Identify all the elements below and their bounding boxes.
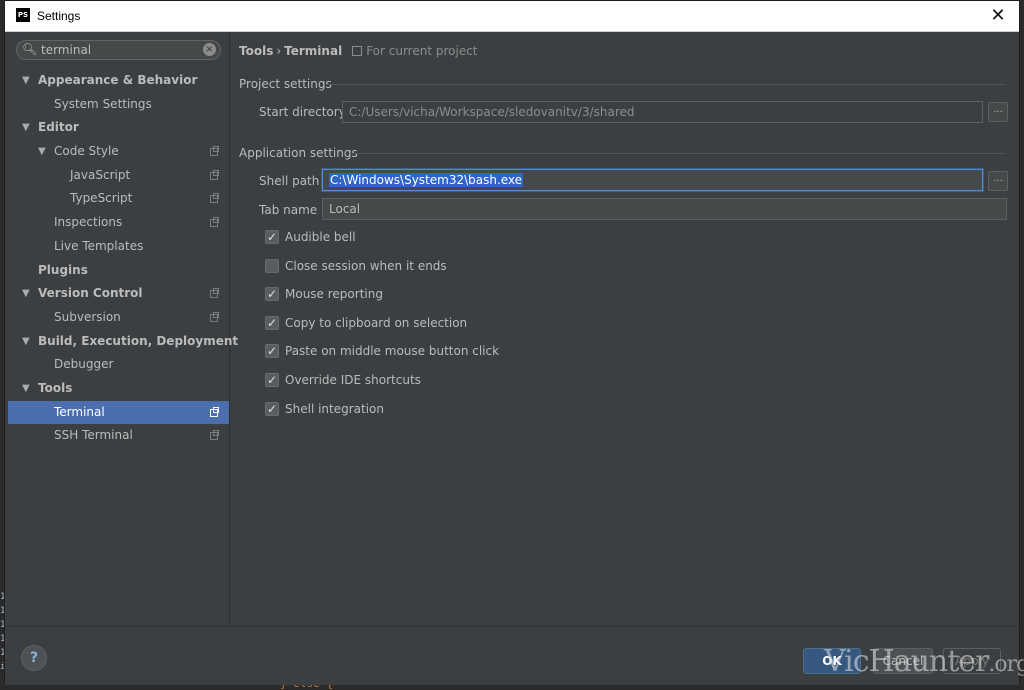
breadcrumb-scope: For current project — [366, 44, 478, 58]
sidebar-item-label: SSH Terminal — [54, 428, 133, 443]
sidebar-item[interactable]: Inspections — [8, 211, 229, 235]
sidebar-item-label: Appearance & Behavior — [38, 73, 198, 87]
breadcrumb-separator: › — [276, 44, 282, 58]
watermark-suffix: .org — [988, 652, 1024, 677]
sidebar-item[interactable]: JavaScript — [8, 164, 229, 188]
sidebar-item[interactable]: ▼ Code Style — [8, 140, 229, 164]
sidebar-item[interactable]: ▼ Editor — [8, 116, 229, 140]
shell-path-label: Shell path — [259, 174, 320, 188]
sidebar-item[interactable]: ▼ Build, Execution, Deployment — [8, 330, 238, 354]
sidebar-item[interactable]: Live Templates — [8, 235, 229, 259]
checkbox-label: Mouse reporting — [285, 287, 383, 302]
breadcrumb-parent: Tools — [239, 44, 274, 58]
breadcrumb: Tools › Terminal For current project — [239, 44, 478, 58]
checkbox-label: Paste on middle mouse button click — [285, 344, 500, 359]
breadcrumb-current: Terminal — [284, 44, 343, 58]
project-scope-icon — [210, 406, 219, 417]
phpstorm-logo-icon: PS — [16, 8, 30, 22]
project-scope-icon — [210, 311, 219, 322]
help-button[interactable]: ? — [21, 645, 47, 671]
close-button[interactable]: ✕ — [987, 5, 1009, 27]
window-title: Settings — [37, 9, 81, 23]
sidebar-item-label: Subversion — [54, 309, 121, 324]
title-bar: PS Settings ✕ — [5, 1, 1019, 32]
expand-arrow-icon[interactable]: ▼ — [22, 69, 30, 93]
checkbox-label: Override IDE shortcuts — [285, 373, 421, 387]
checkbox[interactable]: ✓ — [265, 287, 279, 302]
project-scope-icon — [210, 217, 219, 228]
settings-dialog: PS Settings ✕ 🔍︎ × ▼ Appearance & Behavio… — [4, 0, 1020, 685]
checkbox-label: Copy to clipboard on selection — [285, 315, 468, 330]
section-divider — [326, 84, 1005, 85]
sidebar-item[interactable]: System Settings — [8, 93, 229, 117]
shell-path-browse-button[interactable]: ... — [988, 171, 1008, 191]
sidebar-item-label: JavaScript — [70, 167, 131, 182]
checkbox-label: Close session when it ends — [285, 258, 447, 273]
sidebar-item[interactable]: ▼ Appearance & Behavior — [8, 69, 229, 93]
expand-arrow-icon[interactable]: ▼ — [22, 330, 30, 354]
sidebar-item[interactable]: Terminal — [8, 400, 229, 425]
sidebar-item-label: Build, Execution, Deployment — [38, 333, 239, 348]
start-directory-field[interactable]: C:/Users/vicha/Workspace/sledovanitv/3/s… — [342, 101, 983, 123]
search-icon[interactable]: 🔍︎ — [22, 42, 37, 56]
sidebar-item[interactable]: Subversion — [8, 306, 229, 330]
tab-name-label: Tab name — [259, 203, 318, 217]
sidebar-item[interactable]: Debugger — [8, 353, 229, 377]
settings-content: Tools › Terminal For current project Projec… — [230, 32, 1019, 626]
sidebar-item[interactable]: Plugins — [8, 259, 229, 283]
sidebar-item-label: Inspections — [54, 215, 123, 230]
sidebar-item-label: Plugins — [38, 262, 88, 277]
checkbox[interactable]: ✓ — [265, 315, 279, 330]
sidebar-item-label: Code Style — [54, 144, 119, 159]
section-divider — [350, 153, 1005, 154]
sidebar-item[interactable]: ▼ Tools — [8, 377, 229, 401]
start-directory-browse-button[interactable]: ... — [988, 102, 1008, 122]
sidebar-item-label: System Settings — [54, 96, 152, 111]
watermark-main: VicHaunter — [824, 644, 989, 679]
expand-arrow-icon[interactable]: ▼ — [38, 140, 46, 164]
sidebar-item-label: Version Control — [38, 286, 143, 301]
project-settings-title: Project settings — [239, 77, 332, 91]
settings-tree: ▼ Appearance & Behavior System Settings ▼ Ed… — [8, 69, 238, 448]
sidebar-item-label: Debugger — [54, 357, 114, 372]
sidebar-item-label: Terminal — [54, 404, 105, 419]
project-scope-icon — [210, 288, 219, 299]
search-input[interactable] — [41, 42, 197, 58]
tab-name-field[interactable]: Local — [322, 198, 1007, 220]
application-settings-title: Application settings — [239, 146, 358, 160]
shell-path-value: C:\Windows\System32\bash.exe — [329, 173, 524, 187]
expand-arrow-icon[interactable]: ▼ — [22, 282, 30, 306]
sidebar-item[interactable]: TypeScript — [8, 187, 229, 211]
watermark: VicHaunter.org — [824, 644, 1024, 679]
checkbox-label: Audible bell — [285, 230, 356, 244]
checkbox-label: Shell integration — [285, 401, 385, 416]
project-scope-icon — [210, 193, 219, 204]
settings-sidebar: 🔍︎ × ▼ Appearance & Behavior System Settin… — [8, 32, 238, 626]
sidebar-item[interactable]: ▼ Version Control — [8, 282, 229, 306]
project-scope-icon — [210, 146, 219, 157]
expand-arrow-icon[interactable]: ▼ — [22, 377, 30, 401]
sidebar-item-label: Editor — [38, 120, 79, 135]
sidebar-item-label: TypeScript — [70, 191, 133, 206]
checkbox[interactable]: ✓ — [265, 230, 279, 244]
start-directory-label: Start directory — [259, 105, 346, 119]
search-box[interactable]: 🔍︎ × — [16, 40, 221, 60]
project-scope-icon — [352, 46, 363, 56]
expand-arrow-icon[interactable]: ▼ — [22, 116, 30, 140]
sidebar-item[interactable]: SSH Terminal — [8, 424, 229, 448]
shell-path-field[interactable]: C:\Windows\System32\bash.exe — [322, 169, 983, 191]
checkbox[interactable]: ✓ — [265, 401, 279, 416]
checkbox[interactable] — [265, 258, 279, 273]
checkbox[interactable]: ✓ — [265, 344, 279, 359]
sidebar-item-label: Tools — [38, 380, 73, 395]
project-scope-icon — [210, 169, 219, 180]
clear-search-icon[interactable]: × — [203, 43, 216, 56]
project-scope-icon — [210, 430, 219, 441]
checkbox[interactable]: ✓ — [265, 373, 279, 387]
sidebar-item-label: Live Templates — [54, 238, 144, 253]
